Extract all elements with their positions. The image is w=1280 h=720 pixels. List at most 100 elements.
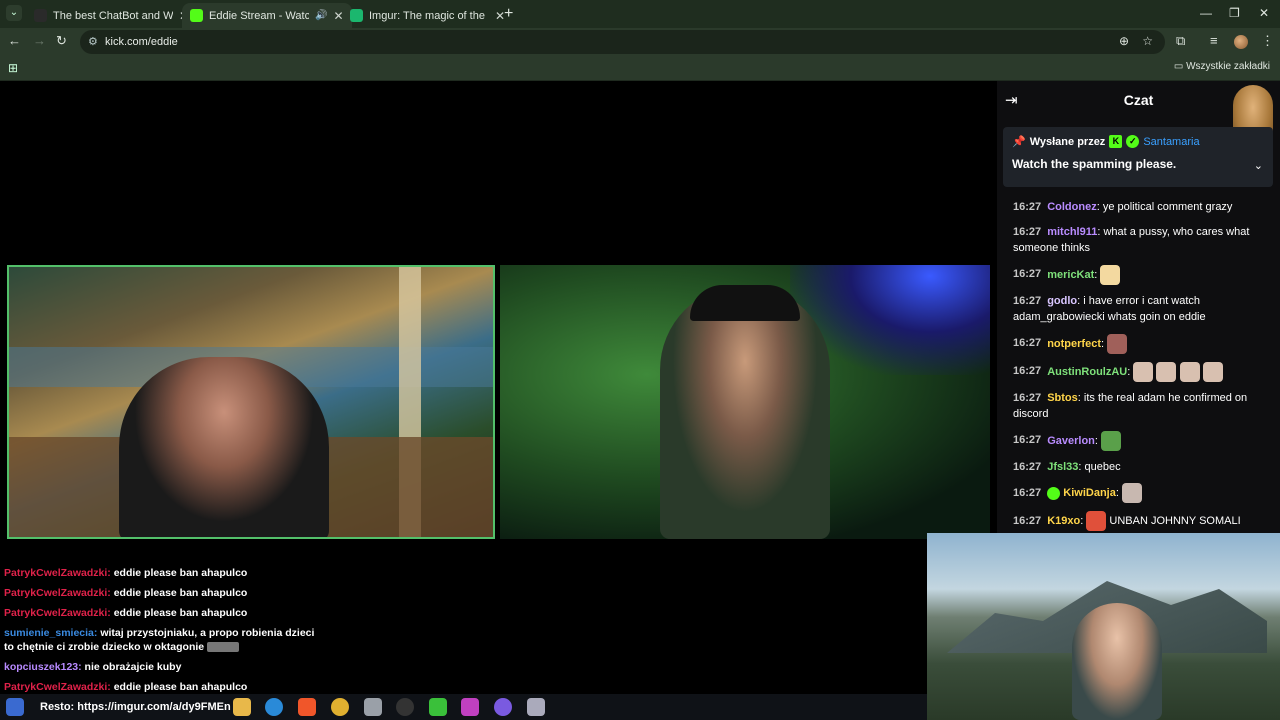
media-player-icon[interactable] [429,698,447,716]
all-bookmarks-label: Wszystkie zakładki [1186,61,1270,72]
apps-grid-icon[interactable]: ⊞ [8,61,18,75]
brave-icon[interactable] [298,698,316,716]
overlay-chat-text: nie obrażajcie kuby [84,661,182,673]
tab-title: Eddie Stream - Watch Live [209,9,309,22]
tab-eddie-stream[interactable]: Eddie Stream - Watch Live 🔊 ✕ [182,3,352,28]
overlay-chat-line: PatrykCwelZawadzki: eddie please ban aha… [4,586,344,600]
pin-icon: 📌 [1012,136,1026,148]
overlay-chat-text: eddie please ban ahapulco [113,681,248,693]
overlay-chat-user: PatrykCwelZawadzki: [4,607,111,619]
overlay-chat-text: witaj przystojniaku, a propo robienia dz… [100,627,315,639]
chat-message: 16:27 mitchl911: what a pussy, who cares… [1013,225,1250,255]
zoom-icon[interactable]: ⊕ [1119,34,1129,48]
chat-message: 16:27 Jfsl33: quebec [1013,460,1121,473]
overlay-chat-text: eddie please ban ahapulco [113,607,248,619]
emote-icon [1133,361,1154,382]
message-time: 16:27 [1013,434,1042,447]
chat-message: 16:27 notperfect: [1013,333,1263,354]
menu-icon[interactable]: ⋮ [1261,33,1274,49]
restore-button[interactable]: ❐ [1229,6,1240,20]
message-text: i have error i cant watch adam_grabowiec… [1013,294,1206,324]
steam-icon[interactable] [527,698,545,716]
reload-icon[interactable]: ↻ [56,33,67,49]
new-tab-button[interactable]: + [504,5,513,23]
host-camera [500,265,990,539]
message-user[interactable]: godlo [1047,295,1077,307]
extensions-icon[interactable]: ⧉ [1176,33,1185,49]
emote-icon [1101,430,1122,451]
overlay-chat-line: kopciuszek123: nie obrażajcie kuby [4,660,344,674]
bookmarks-bar: ⊞ ▭ Wszystkie zakładki [0,56,1280,81]
overlay-chat-user: kopciuszek123: [4,661,82,673]
pinned-message[interactable]: 📌 Wysłane przez K ✓ Santamaria Watch the… [1003,127,1273,187]
message-time: 16:27 [1013,460,1042,473]
profile-avatar[interactable] [1234,35,1248,49]
tab-title: The best ChatBot and Widgets [53,9,173,22]
browser-toolbar: ← → ↻ ⚙ kick.com/eddie ⊕ ☆ ⧉ ≡ ⋮ [0,28,1280,56]
overlay-chat-text: eddie please ban ahapulco [113,567,248,579]
message-text: UNBAN JOHNNY SOMALI [1109,514,1241,527]
message-user[interactable]: mitchl911 [1047,226,1097,238]
chrome-icon[interactable] [331,698,349,716]
message-user[interactable]: Sbtos [1047,392,1078,404]
back-icon[interactable]: ← [8,33,21,48]
message-user[interactable]: Coldonez [1047,201,1097,213]
emote-icon [1121,483,1142,503]
chat-panel: ⇥ Czat 📌 Wysłane przez K ✓ Santamaria Wa… [997,81,1280,533]
message-user[interactable]: AustinRoulzAU [1047,365,1127,377]
speaker-icon[interactable]: 🔊 [315,10,327,21]
tab-search-button[interactable]: ⌄ [6,5,22,21]
emote-icon [1156,361,1177,382]
message-user[interactable]: notperfect [1047,337,1101,349]
tab-chatbot[interactable]: The best ChatBot and Widgets ✕ [26,3,197,28]
bookmark-star-icon[interactable]: ☆ [1142,34,1153,48]
site-info-icon[interactable]: ⚙ [88,35,98,48]
pinned-user[interactable]: Santamaria [1143,136,1199,148]
forward-icon[interactable]: → [33,33,46,48]
close-window-button[interactable]: ✕ [1259,6,1269,20]
message-user[interactable]: Gaverlon [1047,434,1095,446]
emote-icon [1179,361,1200,382]
message-user[interactable]: KiwiDanja [1063,487,1116,499]
address-bar[interactable]: ⚙ kick.com/eddie ⊕ ☆ [80,30,1165,54]
kick-icon [190,9,203,22]
minimize-button[interactable]: — [1200,6,1212,20]
streamer-webcam [927,533,1280,720]
overlay-chat-text: eddie please ban ahapulco [113,587,248,599]
media-control-icon[interactable]: ≡ [1210,33,1218,48]
tab-title: Imgur: The magic of the Internet [369,9,489,22]
edge-icon[interactable] [265,698,283,716]
emote-icon [1100,264,1121,285]
chevron-down-icon[interactable]: ⌄ [1254,159,1263,172]
chat-message: 16:27 AustinRoulzAU: [1013,361,1263,382]
pinned-header: 📌 Wysłane przez K ✓ Santamaria [1012,135,1200,148]
taskbar-status-text: Resto: https://imgur.com/a/dy9FMEn [40,701,231,713]
chat-message: 16:27 KiwiDanja: [1013,483,1263,503]
message-user[interactable]: Jfsl33 [1047,461,1078,473]
message-time: 16:27 [1013,337,1042,350]
message-user[interactable]: K19xo [1047,515,1080,527]
message-text: ye political comment grazy [1102,201,1233,213]
obs-icon[interactable] [396,698,414,716]
message-text: quebec [1084,460,1121,473]
app-icon[interactable] [364,698,382,716]
overlay-chat-user: PatrykCwelZawadzki: [4,681,111,693]
overlay-chat-line: sumienie_smiecia: witaj przystojniaku, a… [4,626,344,654]
tab-imgur[interactable]: Imgur: The magic of the Internet ✕ [342,3,513,28]
all-bookmarks[interactable]: ▭ Wszystkie zakładki [1174,61,1270,72]
imgur-icon [350,9,363,22]
message-time: 16:27 [1013,514,1042,527]
discord-icon[interactable] [494,698,512,716]
app-icon[interactable] [461,698,479,716]
shield-icon [34,9,47,22]
start-icon[interactable] [6,698,24,716]
message-user[interactable]: mericKat [1047,268,1094,280]
folder-icon[interactable] [233,698,251,716]
emote-icon [1202,361,1223,382]
emote-icon [1086,511,1107,531]
chat-message: 16:27 Coldonez: ye political comment gra… [1013,201,1233,213]
stream-chat-overlay: PatrykCwelZawadzki: eddie please ban aha… [4,566,344,700]
overlay-chat-line: PatrykCwelZawadzki: eddie please ban aha… [4,606,344,620]
message-time: 16:27 [1013,294,1042,307]
pinned-text: Watch the spamming please. [1012,157,1177,171]
